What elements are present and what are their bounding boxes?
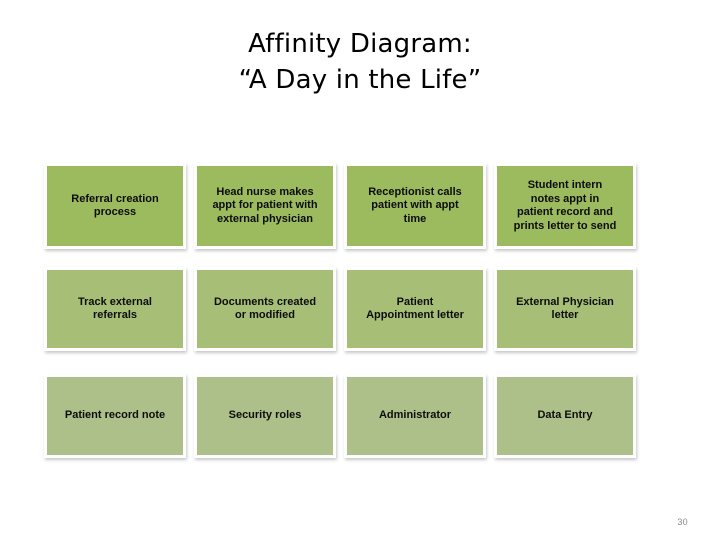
affinity-card-face: Administrator [347,377,483,455]
affinity-card-face: Patient Appointment letter [347,270,483,348]
affinity-row-1: Referral creation process Head nurse mak… [44,163,638,257]
affinity-card[interactable]: Receptionist calls patient with appt tim… [344,163,486,249]
affinity-card-label: Security roles [228,409,302,422]
page-title: Affinity Diagram: “A Day in the Life” [0,26,720,98]
affinity-card-face: Documents created or modified [197,270,333,348]
affinity-card[interactable]: Administrator [344,374,486,458]
affinity-card-face: Data Entry [497,377,633,455]
affinity-card-label: Student intern notes appt in patient rec… [513,179,617,232]
affinity-card-label: Referral creation process [71,192,159,219]
affinity-diagram-grid: Referral creation process Head nurse mak… [44,163,638,466]
affinity-card-face: Head nurse makes appt for patient with e… [197,166,333,246]
affinity-card[interactable]: External Physician letter [494,267,636,351]
affinity-card-face: Referral creation process [47,166,183,246]
affinity-card-label: Track external referrals [78,295,152,322]
slide-canvas: Affinity Diagram: “A Day in the Life” Re… [0,0,720,540]
affinity-row-2: Track external referrals Documents creat… [44,267,638,363]
affinity-card[interactable]: Security roles [194,374,336,458]
affinity-card-label: Head nurse makes appt for patient with e… [212,185,318,225]
affinity-card-face: Track external referrals [47,270,183,348]
affinity-card[interactable]: Patient record note [44,374,186,458]
affinity-card[interactable]: Track external referrals [44,267,186,351]
affinity-card-face: Patient record note [47,377,183,455]
affinity-card-label: Receptionist calls patient with appt tim… [368,185,462,225]
affinity-card[interactable]: Patient Appointment letter [344,267,486,351]
page-number: 30 [677,517,688,527]
affinity-card-label: Administrator [378,409,452,422]
page-title-line-1: Affinity Diagram: [248,29,472,59]
affinity-card[interactable]: Documents created or modified [194,267,336,351]
affinity-card-face: Receptionist calls patient with appt tim… [347,166,483,246]
affinity-card-face: Student intern notes appt in patient rec… [497,166,633,246]
affinity-row-3: Patient record note Security roles Admin… [44,374,638,466]
affinity-card[interactable]: Data Entry [494,374,636,458]
affinity-card-face: External Physician letter [497,270,633,348]
affinity-card-label: Documents created or modified [213,295,317,322]
affinity-card[interactable]: Student intern notes appt in patient rec… [494,163,636,249]
affinity-card[interactable]: Referral creation process [44,163,186,249]
affinity-card[interactable]: Head nurse makes appt for patient with e… [194,163,336,249]
affinity-card-label: Patient Appointment letter [366,295,464,322]
affinity-card-face: Security roles [197,377,333,455]
page-title-line-2: “A Day in the Life” [238,65,482,95]
affinity-card-label: Patient record note [64,409,166,422]
affinity-card-label: External Physician letter [516,295,614,322]
affinity-card-label: Data Entry [537,409,593,422]
